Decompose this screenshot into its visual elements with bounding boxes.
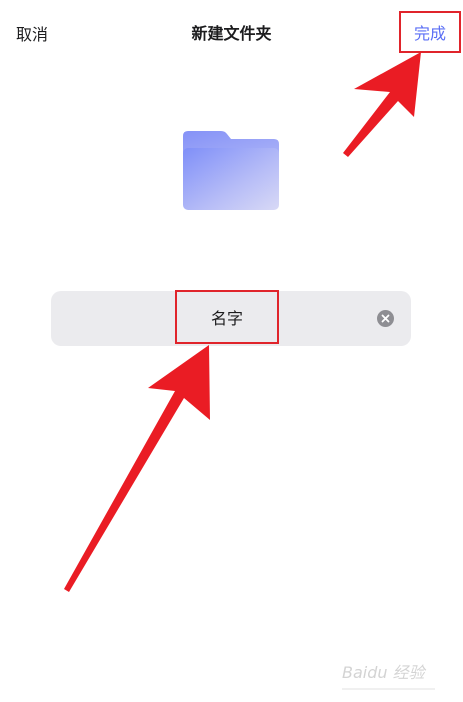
folder-name-input[interactable]: 名字 [175, 290, 279, 344]
watermark-text: Baidu 经验 [342, 663, 427, 682]
baidu-jingyan-watermark-icon: Baidu 经验 [342, 663, 435, 690]
done-button[interactable]: 完成 [399, 11, 461, 53]
folder-icon [183, 131, 279, 210]
done-button-label: 完成 [413, 24, 446, 43]
arrow-to-done-icon [343, 52, 421, 157]
new-folder-screen: 取消 新建文件夹 完成 名字 Baidu 经验 [0, 0, 463, 702]
clear-icon[interactable] [377, 310, 394, 327]
folder-name-value: 名字 [210, 309, 243, 328]
page-title: 新建文件夹 [191, 24, 272, 43]
arrow-to-name-icon [64, 345, 210, 592]
annotation-arrows [64, 52, 421, 592]
